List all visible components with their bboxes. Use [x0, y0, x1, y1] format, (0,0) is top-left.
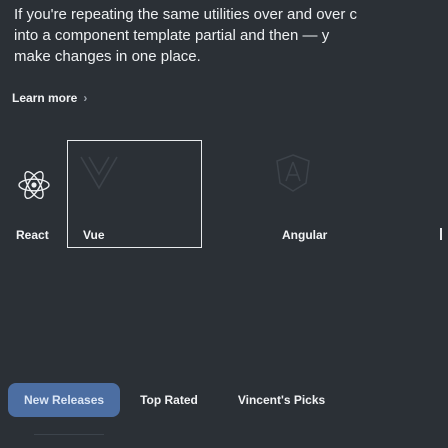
filter-vincents-picks[interactable]: Vincent's Picks — [218, 383, 345, 417]
intro-line-2: into a component template partial and th… — [14, 27, 330, 44]
learn-more-link[interactable]: Learn more › — [12, 91, 87, 105]
framework-name-react: React — [16, 228, 49, 242]
react-icon — [18, 170, 50, 200]
framework-option-next[interactable] — [337, 140, 448, 248]
filter-new-releases[interactable]: New Releases — [8, 383, 121, 417]
angular-icon — [276, 154, 310, 192]
framework-option-angular[interactable]: Angular — [202, 140, 337, 248]
framework-name-cutoff — [440, 228, 442, 240]
chevron-right-icon: › — [83, 91, 88, 105]
divider — [34, 434, 104, 435]
learn-more-label: Learn more — [12, 91, 78, 105]
framework-option-vue[interactable]: Vue — [67, 140, 202, 248]
filter-top-rated[interactable]: Top Rated — [120, 383, 218, 417]
framework-name-vue: Vue — [83, 228, 105, 242]
framework-name-angular: Angular — [282, 228, 328, 242]
vue-icon — [80, 156, 118, 190]
filter-tabs: New Releases Top Rated Vincent's Picks — [8, 383, 345, 417]
intro-text: If you're repeating the same utilities o… — [14, 4, 448, 67]
intro-line-3: make changes in one place. — [14, 48, 201, 65]
framework-selector: React Vue Angular — [0, 140, 448, 248]
intro-line-1: If you're repeating the same utilities o… — [14, 6, 358, 23]
